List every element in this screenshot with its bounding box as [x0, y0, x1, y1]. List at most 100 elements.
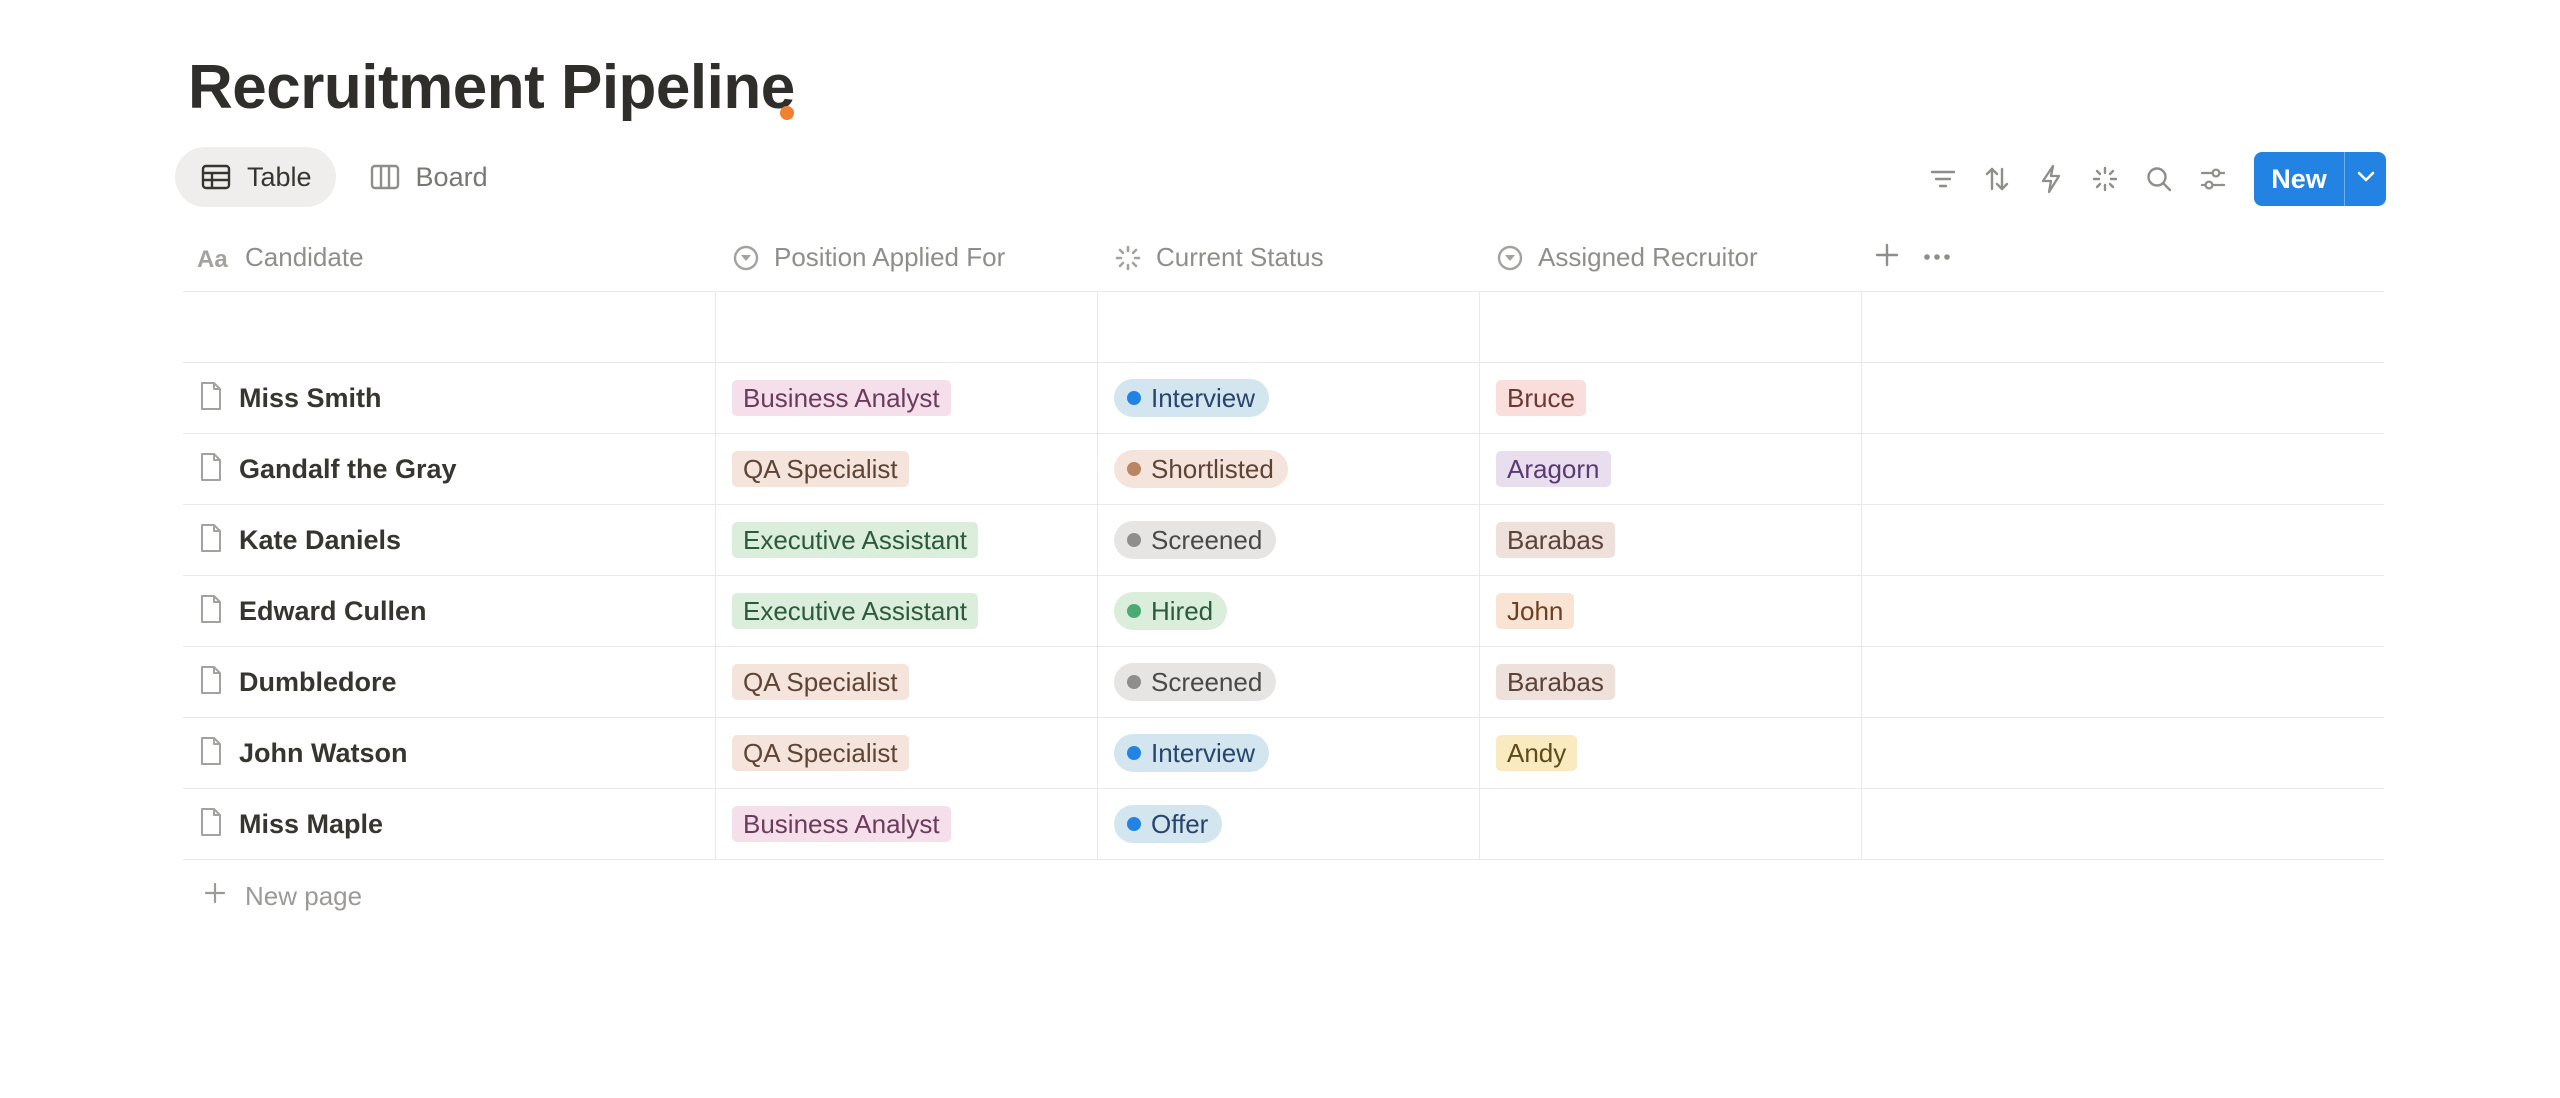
- status-dot-icon: [1127, 817, 1141, 831]
- page-icon: [199, 452, 223, 487]
- table-row[interactable]: [183, 292, 2384, 363]
- cell-position[interactable]: [716, 292, 1098, 362]
- cell-candidate[interactable]: Dumbledore: [183, 647, 716, 717]
- automation-icon[interactable]: [2024, 152, 2078, 206]
- position-tag: QA Specialist: [732, 664, 909, 700]
- recruiter-tag: Bruce: [1496, 380, 1586, 416]
- filter-icon[interactable]: [1916, 152, 1970, 206]
- ai-sparkle-icon[interactable]: [2078, 152, 2132, 206]
- search-icon[interactable]: [2132, 152, 2186, 206]
- more-options-icon[interactable]: [1922, 249, 1952, 267]
- column-label: Candidate: [245, 242, 364, 272]
- column-header-position[interactable]: Position Applied For: [716, 224, 1098, 291]
- cell-position[interactable]: QA Specialist: [716, 718, 1098, 788]
- tab-table[interactable]: Table: [175, 147, 336, 207]
- cell-position[interactable]: Business Analyst: [716, 363, 1098, 433]
- page-icon: [199, 736, 223, 771]
- cell-recruiter[interactable]: John: [1480, 576, 1862, 646]
- status-label: Shortlisted: [1151, 453, 1274, 484]
- cell-status[interactable]: Screened: [1098, 505, 1480, 575]
- table-row[interactable]: Miss Smith Business Analyst Interview Bruce: [183, 363, 2384, 434]
- new-dropdown-button[interactable]: [2344, 152, 2386, 206]
- status-label: Screened: [1151, 524, 1263, 555]
- page-icon: [199, 594, 223, 629]
- cell-candidate[interactable]: John Watson: [183, 718, 716, 788]
- column-header-candidate[interactable]: Aa Candidate: [183, 224, 716, 291]
- cell-candidate[interactable]: Edward Cullen: [183, 576, 716, 646]
- new-button[interactable]: New: [2254, 152, 2344, 206]
- cell-recruiter[interactable]: Aragorn: [1480, 434, 1862, 504]
- cell-status[interactable]: Interview: [1098, 718, 1480, 788]
- new-page-label: New page: [245, 880, 363, 911]
- add-property-icon[interactable]: [1874, 242, 1900, 273]
- cell-status[interactable]: Offer: [1098, 789, 1480, 859]
- status-dot-icon: [1127, 604, 1141, 618]
- cell-position[interactable]: Executive Assistant: [716, 505, 1098, 575]
- status-label: Screened: [1151, 666, 1263, 697]
- cell-recruiter[interactable]: Bruce: [1480, 363, 1862, 433]
- status-label: Interview: [1151, 737, 1256, 768]
- cell-position[interactable]: QA Specialist: [716, 434, 1098, 504]
- candidate-name: John Watson: [239, 737, 408, 768]
- recruiter-tag: John: [1496, 593, 1575, 629]
- chevron-down-icon: [2356, 170, 2376, 189]
- status-badge: Hired: [1114, 592, 1228, 630]
- cell-candidate[interactable]: Miss Smith: [183, 363, 716, 433]
- table-body: Miss Smith Business Analyst Interview Bruce…: [183, 292, 2384, 860]
- cell-candidate[interactable]: Gandalf the Gray: [183, 434, 716, 504]
- status-badge: Screened: [1114, 521, 1277, 559]
- database-table: Aa Candidate Position Applied For Curren…: [183, 224, 2384, 932]
- cell-candidate[interactable]: [183, 292, 716, 362]
- svg-text:Aa: Aa: [197, 246, 228, 270]
- cell-candidate[interactable]: Kate Daniels: [183, 505, 716, 575]
- status-dot-icon: [1127, 391, 1141, 405]
- page-icon: [199, 523, 223, 558]
- cell-recruiter[interactable]: Barabas: [1480, 505, 1862, 575]
- column-header-actions: [1862, 224, 2384, 291]
- table-icon: [201, 164, 231, 190]
- status-badge: Interview: [1114, 734, 1270, 772]
- table-row[interactable]: Dumbledore QA Specialist Screened Barabas: [183, 647, 2384, 718]
- table-row[interactable]: Gandalf the Gray QA Specialist Shortlisted…: [183, 434, 2384, 505]
- status-label: Interview: [1151, 382, 1256, 413]
- tab-board[interactable]: Board: [344, 147, 512, 207]
- table-row[interactable]: John Watson QA Specialist Interview Andy: [183, 718, 2384, 789]
- cell-status[interactable]: Interview: [1098, 363, 1480, 433]
- cell-status[interactable]: [1098, 292, 1480, 362]
- cell-recruiter[interactable]: [1480, 292, 1862, 362]
- cell-candidate[interactable]: Miss Maple: [183, 789, 716, 859]
- table-row[interactable]: Miss Maple Business Analyst Offer: [183, 789, 2384, 860]
- cell-recruiter[interactable]: Andy: [1480, 718, 1862, 788]
- column-label: Current Status: [1156, 242, 1324, 272]
- cell-empty: [1862, 292, 2384, 362]
- page-icon: [199, 381, 223, 416]
- cell-empty: [1862, 363, 2384, 433]
- status-badge: Screened: [1114, 663, 1277, 701]
- cell-position[interactable]: Business Analyst: [716, 789, 1098, 859]
- settings-sliders-icon[interactable]: [2186, 152, 2240, 206]
- page-title[interactable]: Recruitment Pipeline: [188, 52, 795, 123]
- cell-position[interactable]: QA Specialist: [716, 647, 1098, 717]
- cell-status[interactable]: Hired: [1098, 576, 1480, 646]
- cell-status[interactable]: Screened: [1098, 647, 1480, 717]
- table-header: Aa Candidate Position Applied For Curren…: [183, 224, 2384, 292]
- plus-icon: [203, 881, 227, 912]
- page-icon: [199, 807, 223, 842]
- cell-recruiter[interactable]: [1480, 789, 1862, 859]
- status-badge: Shortlisted: [1114, 450, 1288, 488]
- cell-recruiter[interactable]: Barabas: [1480, 647, 1862, 717]
- new-page-button[interactable]: New page: [183, 860, 2384, 932]
- table-row[interactable]: Kate Daniels Executive Assistant Screened B…: [183, 505, 2384, 576]
- status-label: Offer: [1151, 808, 1209, 839]
- cell-position[interactable]: Executive Assistant: [716, 576, 1098, 646]
- database-toolbar: New: [1916, 152, 2386, 206]
- tab-table-label: Table: [247, 161, 312, 192]
- column-header-status[interactable]: Current Status: [1098, 224, 1480, 291]
- table-row[interactable]: Edward Cullen Executive Assistant Hired Joh…: [183, 576, 2384, 647]
- tab-board-label: Board: [415, 161, 488, 192]
- position-tag: QA Specialist: [732, 451, 909, 487]
- sort-icon[interactable]: [1970, 152, 2024, 206]
- recruiter-tag: Aragorn: [1496, 451, 1611, 487]
- cell-status[interactable]: Shortlisted: [1098, 434, 1480, 504]
- column-header-recruiter[interactable]: Assigned Recruitor: [1480, 224, 1862, 291]
